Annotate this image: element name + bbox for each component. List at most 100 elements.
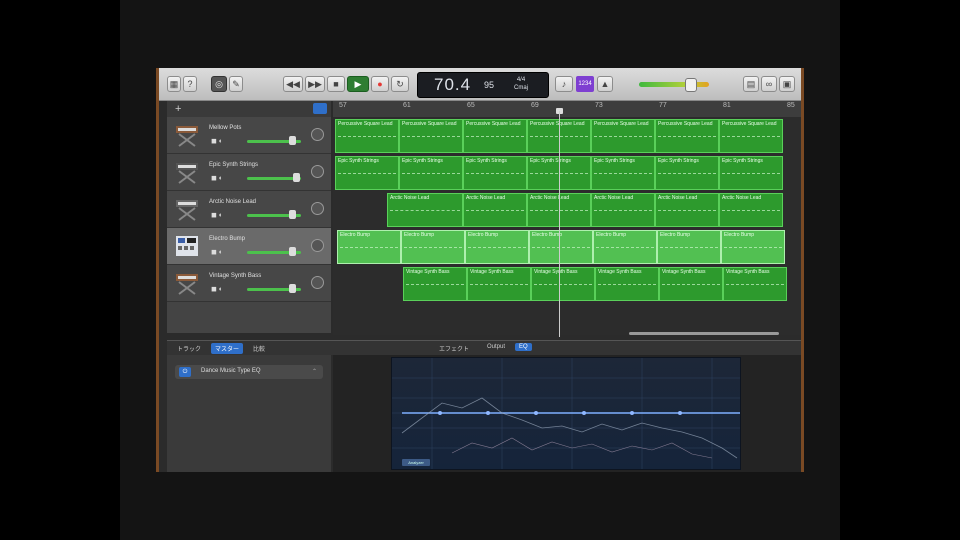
fast-forward-button[interactable]: ▶▶: [305, 76, 325, 92]
mute-solo-icons[interactable]: ◼ ◐: [211, 248, 223, 256]
play-button[interactable]: ▶: [347, 76, 369, 92]
region[interactable]: Percussive Square Lead: [399, 119, 463, 153]
mute-solo-icons[interactable]: ◼ ◐: [211, 174, 223, 182]
region[interactable]: Electro Bump: [529, 230, 593, 264]
region[interactable]: Percussive Square Lead: [335, 119, 399, 153]
region-midi: [722, 136, 780, 138]
region[interactable]: Electro Bump: [657, 230, 721, 264]
drum-machine-icon: [176, 236, 198, 256]
tab-master[interactable]: マスター: [211, 343, 244, 354]
region[interactable]: Vintage Synth Bass: [595, 267, 659, 301]
editor-icon[interactable]: ✎: [229, 76, 243, 92]
eq-area: Analyzer: [333, 355, 801, 472]
metronome-icon[interactable]: ▲: [597, 76, 613, 92]
region[interactable]: Epic Synth Strings: [719, 156, 783, 190]
master-volume-slider[interactable]: [639, 82, 709, 87]
pan-knob[interactable]: [311, 128, 324, 141]
tuner-icon[interactable]: ♪: [555, 76, 573, 92]
pan-knob[interactable]: [311, 202, 324, 215]
region[interactable]: Epic Synth Strings: [335, 156, 399, 190]
track-volume-knob[interactable]: [289, 284, 296, 293]
region[interactable]: Vintage Synth Bass: [531, 267, 595, 301]
add-track-icon[interactable]: +: [175, 104, 189, 115]
region-label: Epic Synth Strings: [722, 158, 763, 164]
region[interactable]: Arctic Noise Lead: [387, 193, 463, 227]
region[interactable]: Percussive Square Lead: [591, 119, 655, 153]
region[interactable]: Arctic Noise Lead: [719, 193, 783, 227]
eq-display[interactable]: Analyzer: [391, 357, 741, 470]
track-name: Mellow Pots: [209, 125, 242, 131]
region[interactable]: Electro Bump: [337, 230, 401, 264]
pan-knob[interactable]: [311, 239, 324, 252]
count-in-button[interactable]: 1234: [576, 76, 594, 92]
plugin-panel: ⏻ Dance Music Type EQ ⌃: [167, 355, 331, 472]
track-header-selected[interactable]: Electro Bump ◼ ◐: [167, 228, 331, 265]
library-icon[interactable]: ▦: [167, 76, 181, 92]
region[interactable]: Electro Bump: [721, 230, 785, 264]
track-volume-knob[interactable]: [289, 210, 296, 219]
lcd-display[interactable]: 70.4 95 4/4 Cmaj: [417, 72, 549, 98]
pan-knob[interactable]: [311, 165, 324, 178]
notepad-icon[interactable]: ▤: [743, 76, 759, 92]
region[interactable]: Arctic Noise Lead: [591, 193, 655, 227]
track-volume-knob[interactable]: [289, 136, 296, 145]
synth-keyboard-icon: [176, 200, 198, 221]
track-lane-selected: Electro Bump Electro Bump Electro Bump E…: [333, 228, 801, 265]
region[interactable]: Percussive Square Lead: [463, 119, 527, 153]
track-volume-knob[interactable]: [293, 173, 300, 182]
tab-output[interactable]: Output: [483, 343, 509, 351]
horizontal-scrollbar[interactable]: [629, 332, 779, 335]
tab-track[interactable]: トラック: [173, 343, 205, 354]
track-volume-knob[interactable]: [289, 247, 296, 256]
playhead[interactable]: [559, 111, 560, 337]
region[interactable]: Arctic Noise Lead: [655, 193, 719, 227]
region[interactable]: Arctic Noise Lead: [463, 193, 527, 227]
record-button[interactable]: ●: [371, 76, 389, 92]
pan-knob[interactable]: [311, 276, 324, 289]
region-label: Vintage Synth Bass: [726, 269, 770, 275]
analyzer-button[interactable]: Analyzer: [402, 459, 430, 466]
cycle-icon[interactable]: ↻: [391, 76, 409, 92]
rewind-button[interactable]: ◀◀: [283, 76, 303, 92]
arrangement-area[interactable]: Percussive Square Lead Percussive Square…: [333, 117, 801, 335]
region[interactable]: Epic Synth Strings: [655, 156, 719, 190]
track-header[interactable]: Epic Synth Strings ◼ ◐: [167, 154, 331, 191]
region[interactable]: Vintage Synth Bass: [659, 267, 723, 301]
eq-preset-selector[interactable]: ⏻ Dance Music Type EQ ⌃: [175, 365, 323, 379]
signature-value: 4/4: [516, 77, 526, 83]
media-browser-icon[interactable]: ▣: [779, 76, 795, 92]
smart-controls-icon[interactable]: ◎: [211, 76, 227, 92]
region[interactable]: Vintage Synth Bass: [467, 267, 531, 301]
master-volume-knob[interactable]: [685, 78, 697, 92]
region[interactable]: Epic Synth Strings: [591, 156, 655, 190]
region[interactable]: Electro Bump: [465, 230, 529, 264]
mute-solo-icons[interactable]: ◼ ◐: [211, 137, 223, 145]
track-header[interactable]: Arctic Noise Lead ◼ ◐: [167, 191, 331, 228]
region-midi: [404, 247, 462, 249]
tab-eq[interactable]: EQ: [515, 343, 532, 351]
region[interactable]: Epic Synth Strings: [463, 156, 527, 190]
ruler-tick: 65: [467, 102, 475, 109]
region-midi: [390, 210, 460, 212]
track-header[interactable]: Vintage Synth Bass ◼ ◐: [167, 265, 331, 302]
region[interactable]: Percussive Square Lead: [719, 119, 783, 153]
track-lane: Vintage Synth Bass Vintage Synth Bass Vi…: [333, 265, 801, 302]
mute-solo-icons[interactable]: ◼ ◐: [211, 211, 223, 219]
region-label: Vintage Synth Bass: [662, 269, 706, 275]
power-icon[interactable]: ⏻: [179, 367, 191, 377]
region[interactable]: Vintage Synth Bass: [403, 267, 467, 301]
loop-browser-icon[interactable]: ∞: [761, 76, 777, 92]
region[interactable]: Electro Bump: [593, 230, 657, 264]
timeline-ruler[interactable]: 57 61 65 69 73 77 81 85: [333, 101, 801, 118]
help-icon[interactable]: ?: [183, 76, 197, 92]
catch-playhead-icon[interactable]: [313, 103, 327, 114]
stop-button[interactable]: ■: [327, 76, 345, 92]
tab-compare[interactable]: 比較: [249, 343, 269, 354]
region[interactable]: Epic Synth Strings: [399, 156, 463, 190]
mute-solo-icons[interactable]: ◼ ◐: [211, 285, 223, 293]
region[interactable]: Electro Bump: [401, 230, 465, 264]
tab-effects[interactable]: エフェクト: [435, 343, 473, 354]
region[interactable]: Percussive Square Lead: [655, 119, 719, 153]
track-header[interactable]: Mellow Pots ◼ ◐: [167, 117, 331, 154]
region[interactable]: Vintage Synth Bass: [723, 267, 787, 301]
